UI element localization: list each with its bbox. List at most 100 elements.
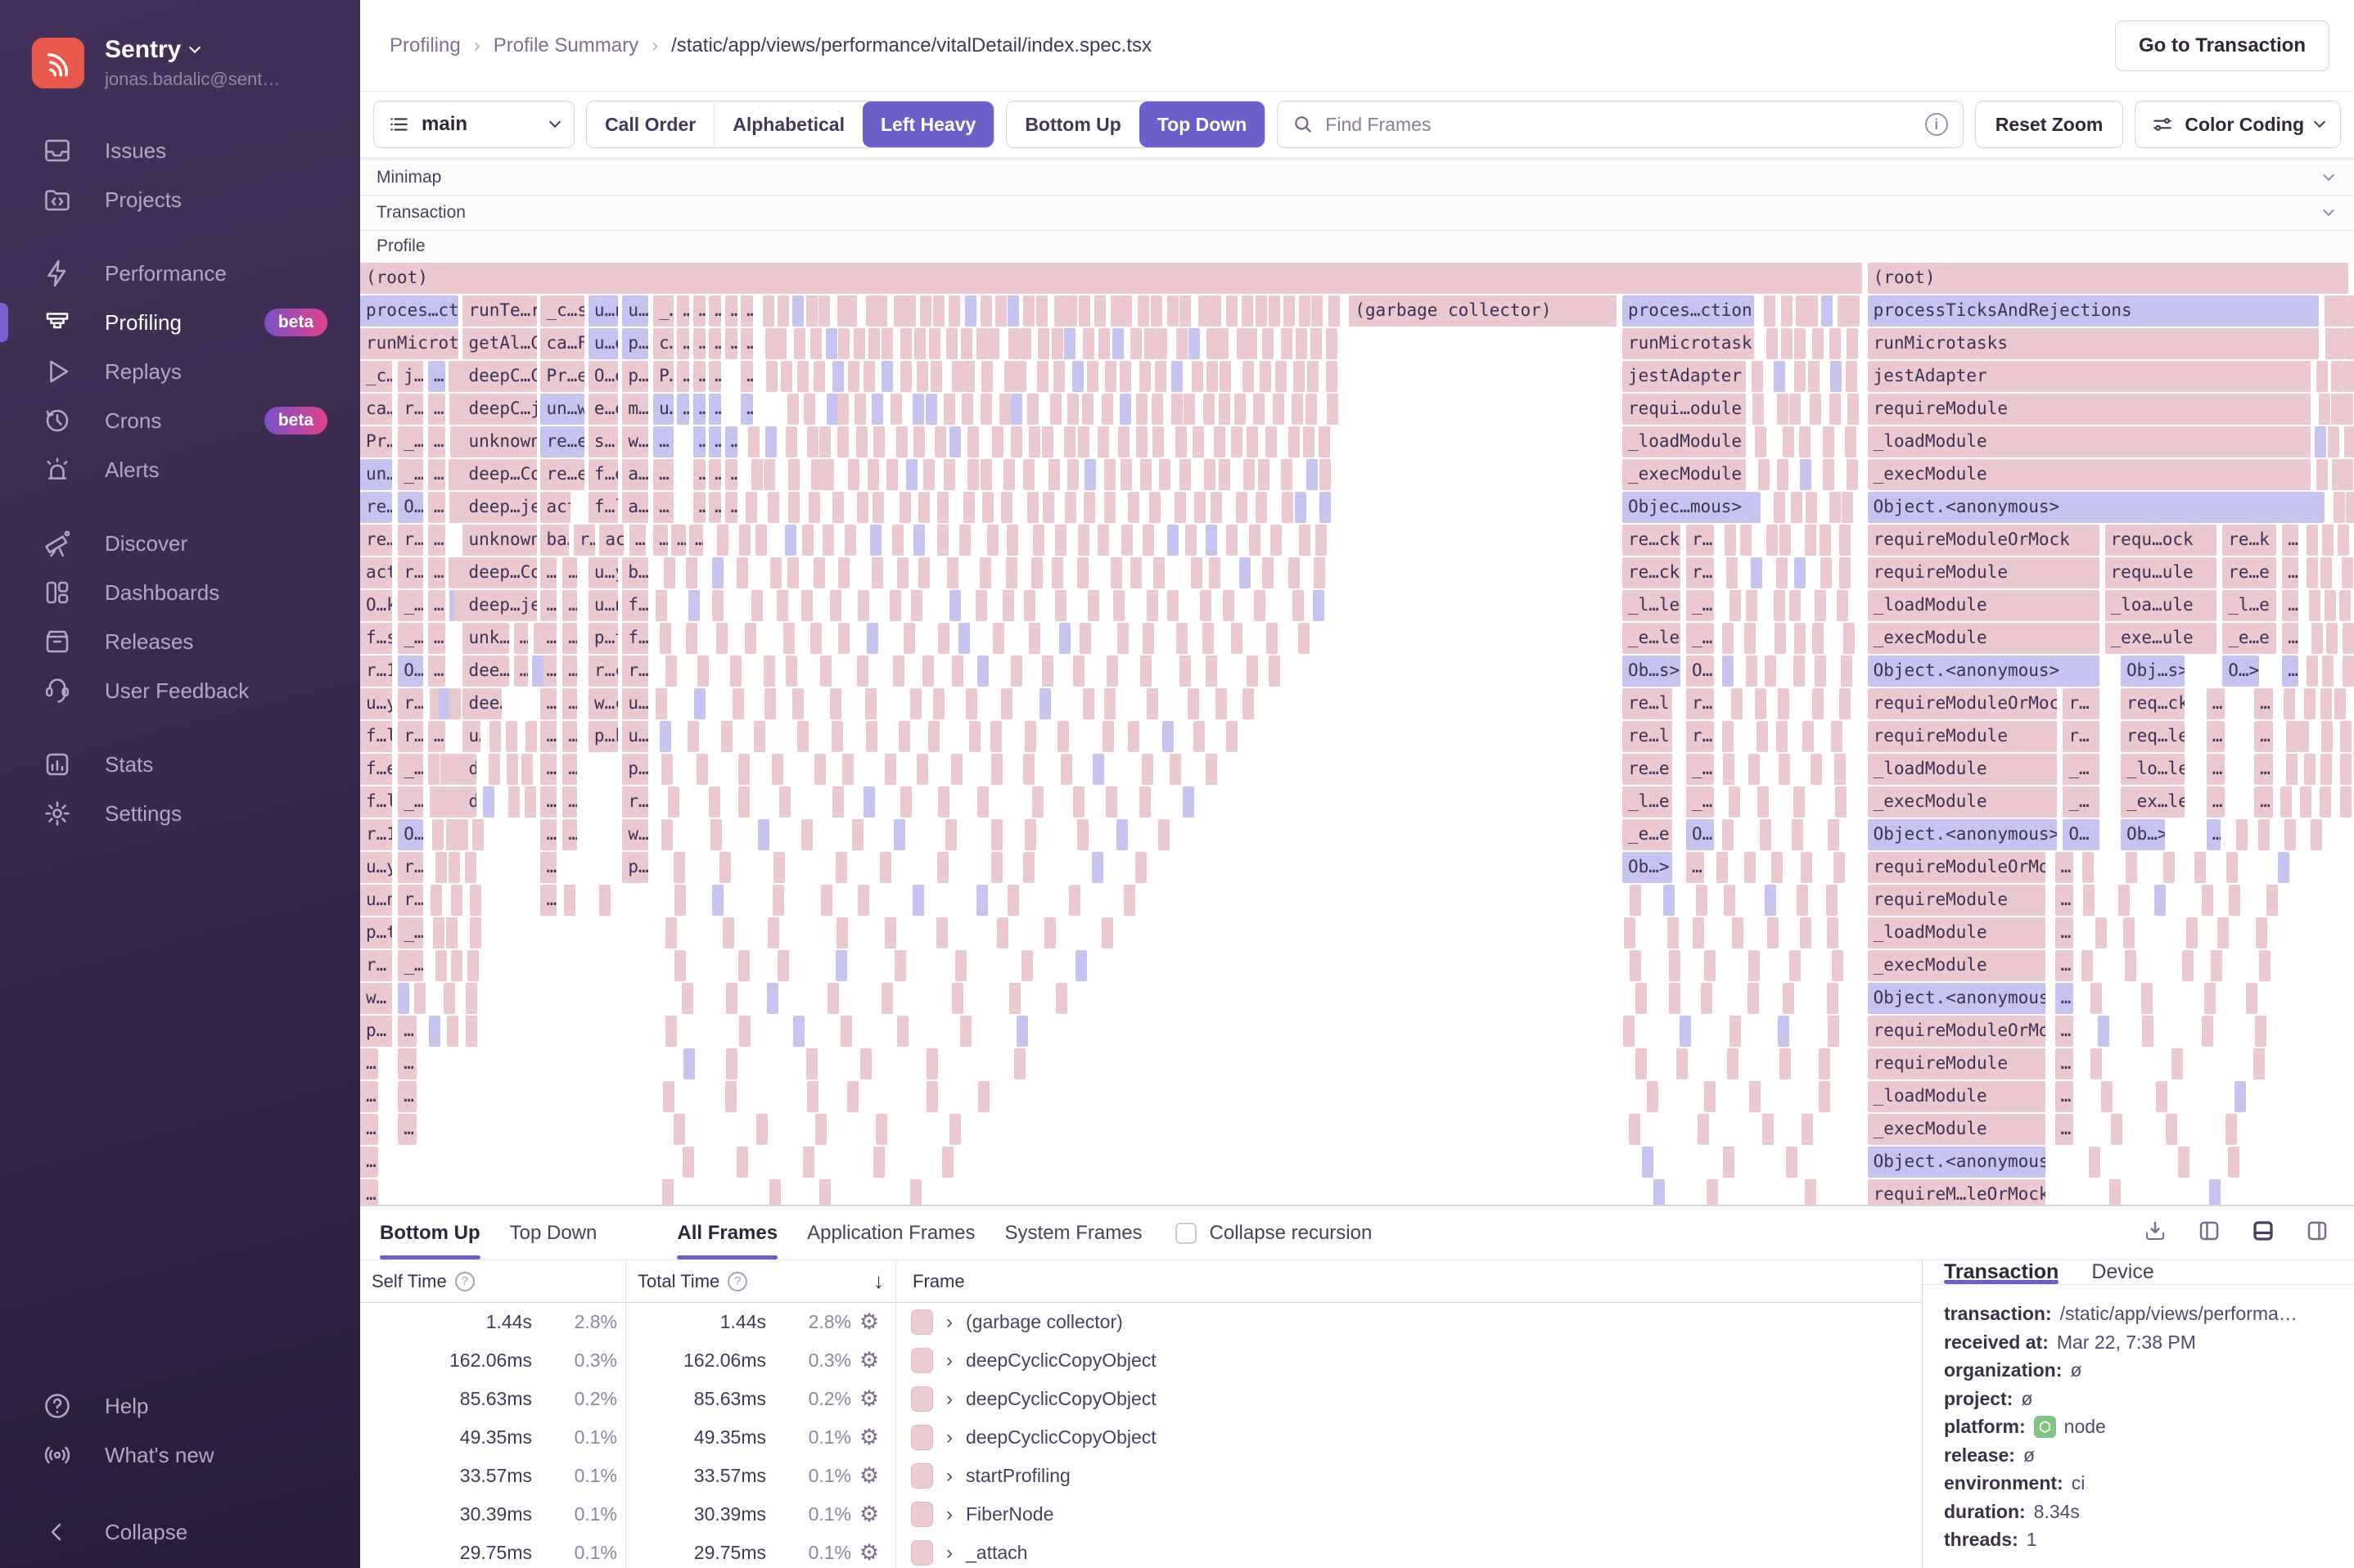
sidebar-item-releases[interactable]: Releases bbox=[0, 617, 360, 666]
flame-cell[interactable]: … bbox=[677, 328, 690, 359]
flame-cell[interactable] bbox=[1023, 852, 1035, 883]
flame-cell[interactable] bbox=[1058, 623, 1071, 654]
flame-cell[interactable] bbox=[2236, 819, 2248, 850]
flame-cell[interactable]: unknown bbox=[462, 525, 538, 556]
flame-cell[interactable]: … bbox=[2054, 852, 2073, 883]
flame-cell[interactable] bbox=[881, 361, 893, 392]
flame-cell[interactable] bbox=[751, 459, 763, 490]
flame-cell[interactable] bbox=[1275, 361, 1287, 392]
flame-cell[interactable] bbox=[1225, 721, 1238, 752]
flame-cell[interactable] bbox=[1818, 1081, 1830, 1112]
flame-cell[interactable]: … bbox=[2054, 885, 2073, 916]
flame-cell[interactable] bbox=[1781, 328, 1793, 359]
flame-cell[interactable] bbox=[1792, 819, 1804, 850]
flame-cell[interactable]: _execModule bbox=[1867, 623, 2099, 654]
gear-icon[interactable]: ⚙ bbox=[851, 1348, 887, 1373]
flame-cell[interactable] bbox=[1629, 950, 1641, 981]
flame-cell[interactable]: re…e bbox=[1621, 754, 1673, 785]
flame-cell[interactable] bbox=[1829, 492, 1841, 523]
flame-cell[interactable] bbox=[836, 852, 848, 883]
flame-cell[interactable] bbox=[1773, 590, 1785, 621]
tab-transaction[interactable]: Transaction bbox=[1944, 1260, 2059, 1284]
flame-cell[interactable] bbox=[1759, 819, 1771, 850]
flame-cell[interactable] bbox=[1834, 786, 1847, 818]
flame-cell[interactable] bbox=[791, 295, 804, 327]
flame-cell[interactable] bbox=[819, 1179, 832, 1205]
flame-cell[interactable] bbox=[1066, 295, 1078, 327]
flame-cell[interactable] bbox=[958, 623, 971, 654]
flame-cell[interactable] bbox=[2285, 721, 2298, 752]
flame-cell[interactable] bbox=[837, 426, 849, 457]
flame-cell[interactable] bbox=[524, 786, 536, 818]
flame-cell[interactable]: d… bbox=[462, 786, 476, 818]
flame-cell[interactable]: requireModuleOrMock bbox=[1867, 688, 2058, 719]
flame-cell[interactable] bbox=[1037, 328, 1049, 359]
flame-cell[interactable] bbox=[1262, 328, 1274, 359]
flame-cell[interactable] bbox=[894, 950, 906, 981]
flame-cell[interactable] bbox=[977, 1081, 990, 1112]
flame-cell[interactable]: _loadModule bbox=[1867, 426, 2311, 457]
flame-cell[interactable] bbox=[470, 917, 482, 948]
flame-cell[interactable]: … bbox=[562, 754, 577, 785]
flame-cell[interactable]: unknown bbox=[462, 426, 538, 457]
flame-cell[interactable] bbox=[1806, 295, 1818, 327]
flame-cell[interactable] bbox=[838, 328, 850, 359]
flame-cell[interactable] bbox=[894, 295, 906, 327]
flame-cell[interactable] bbox=[1175, 426, 1188, 457]
flame-cell[interactable]: requireModule bbox=[1867, 394, 2311, 425]
flame-cell[interactable] bbox=[767, 917, 779, 948]
flame-cell[interactable] bbox=[1827, 819, 1839, 850]
flame-cell[interactable] bbox=[848, 459, 860, 490]
flame-cell[interactable]: … bbox=[2206, 786, 2225, 818]
flame-cell[interactable]: … bbox=[427, 721, 445, 752]
flame-cell[interactable]: r…k bbox=[398, 525, 424, 556]
flame-cell[interactable] bbox=[803, 394, 815, 425]
flame-cell[interactable]: e…e bbox=[588, 394, 618, 425]
flame-cell[interactable]: _… bbox=[2063, 786, 2099, 818]
flame-cell[interactable] bbox=[2227, 1147, 2239, 1178]
flame-cell[interactable] bbox=[1695, 885, 1707, 916]
flame-cell[interactable] bbox=[1191, 361, 1203, 392]
flame-cell[interactable]: Objec…mous> bbox=[1621, 492, 1761, 523]
flame-cell[interactable] bbox=[1193, 426, 1205, 457]
flame-cell[interactable]: _… bbox=[1685, 590, 1715, 621]
flame-cell[interactable] bbox=[2226, 852, 2239, 883]
flame-cell[interactable] bbox=[1794, 328, 1806, 359]
flame-cell[interactable] bbox=[2343, 623, 2354, 654]
flame-cell[interactable]: processTicksAndRejections bbox=[1867, 295, 2319, 327]
flame-cell[interactable] bbox=[1208, 557, 1220, 588]
flame-cell[interactable] bbox=[1083, 328, 1095, 359]
flame-cell[interactable]: proces…ctions bbox=[1621, 295, 1755, 327]
flame-cell[interactable] bbox=[872, 394, 884, 425]
flame-cell[interactable] bbox=[925, 394, 937, 425]
flame-cell[interactable] bbox=[775, 328, 787, 359]
flame-cell[interactable]: … bbox=[2282, 590, 2299, 621]
flame-cell[interactable] bbox=[2328, 426, 2340, 457]
flame-cell[interactable] bbox=[745, 623, 757, 654]
flame-cell[interactable] bbox=[1764, 656, 1776, 687]
flame-cell[interactable] bbox=[1175, 328, 1188, 359]
total-time-header[interactable]: Total Time ? ↓ bbox=[626, 1260, 896, 1302]
segment-bottom-up[interactable]: Bottom Up bbox=[1007, 101, 1139, 147]
gear-icon[interactable]: ⚙ bbox=[851, 1502, 887, 1527]
flame-cell[interactable] bbox=[737, 950, 750, 981]
flame-cell[interactable] bbox=[1041, 656, 1053, 687]
flame-cell[interactable] bbox=[981, 459, 993, 490]
flame-cell[interactable]: r… bbox=[1685, 557, 1715, 588]
flame-cell[interactable]: u…e bbox=[588, 328, 618, 359]
flame-cell[interactable] bbox=[944, 394, 956, 425]
flame-cell[interactable] bbox=[1298, 295, 1310, 327]
flame-cell[interactable] bbox=[896, 1016, 909, 1047]
flame-cell[interactable] bbox=[857, 492, 869, 523]
flame-cell[interactable]: _execModule bbox=[1621, 459, 1747, 490]
flame-cell[interactable]: p…t bbox=[588, 623, 618, 654]
flame-cell[interactable] bbox=[454, 492, 467, 523]
flame-cell[interactable] bbox=[451, 950, 463, 981]
flame-cell[interactable]: Pr…d bbox=[360, 426, 393, 457]
flame-cell[interactable]: a…r bbox=[622, 459, 649, 490]
flame-cell[interactable] bbox=[994, 295, 1007, 327]
flame-cell[interactable] bbox=[1139, 361, 1152, 392]
flame-cell[interactable] bbox=[1774, 492, 1786, 523]
flame-cell[interactable] bbox=[466, 983, 478, 1014]
flame-cell[interactable] bbox=[814, 754, 827, 785]
